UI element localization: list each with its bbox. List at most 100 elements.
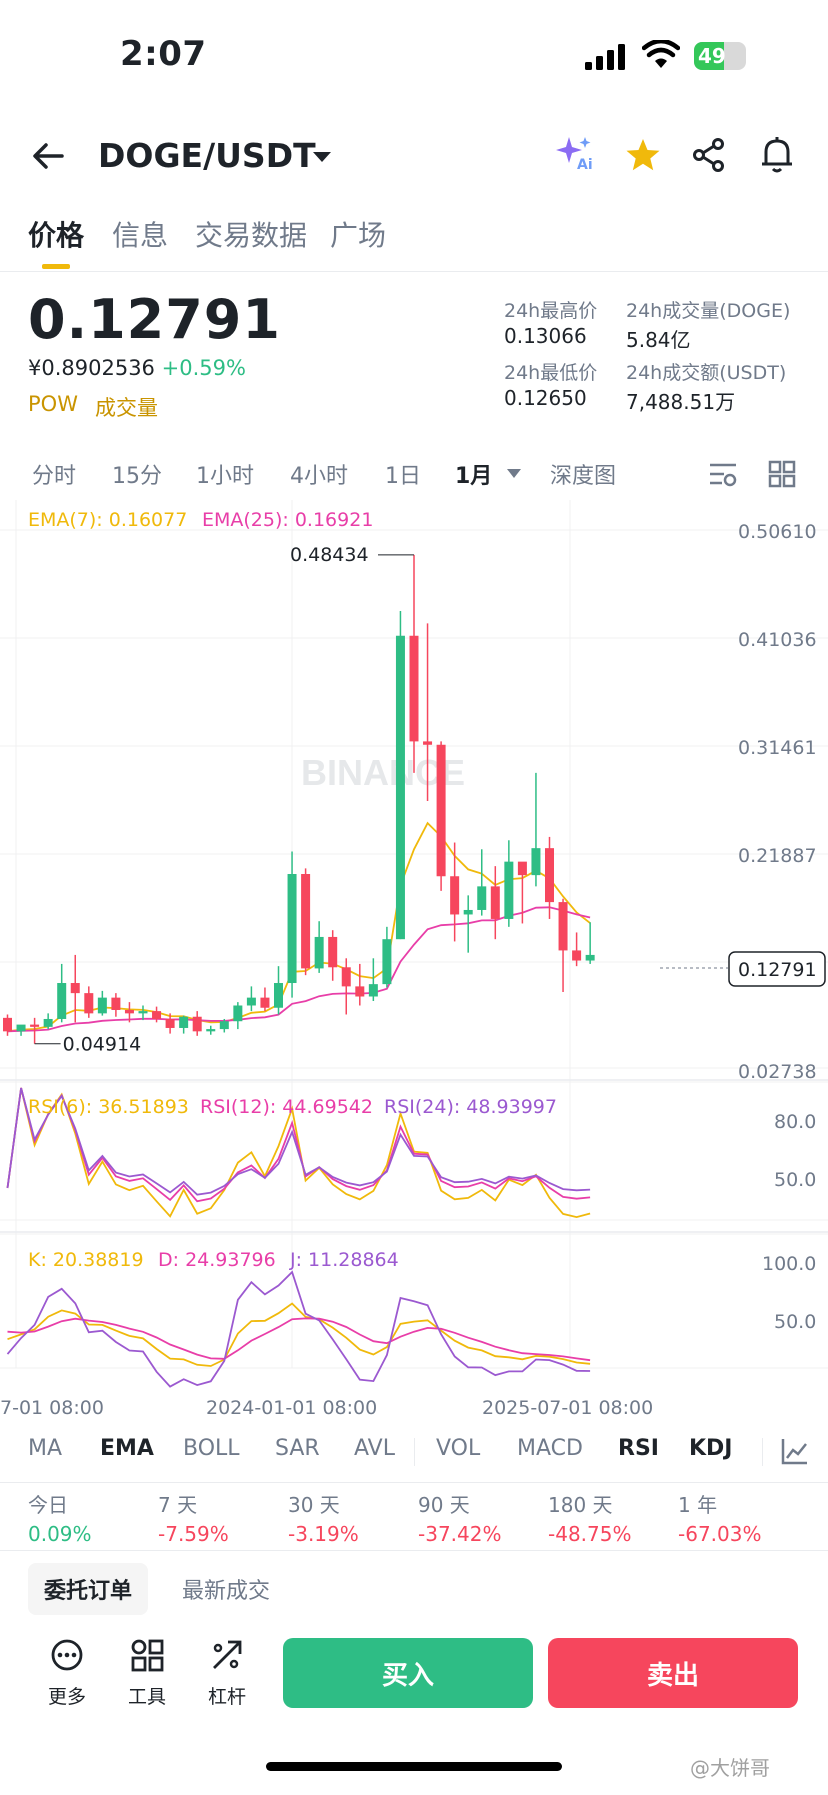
candle-body	[355, 986, 365, 997]
candle-body	[477, 886, 487, 910]
candle-body	[517, 861, 527, 876]
leverage-label: 杠杆	[207, 1686, 246, 1708]
candle-body	[274, 983, 283, 1008]
kdj-axis-100: 100.0	[762, 1253, 816, 1275]
tab-price[interactable]: 价格	[28, 214, 84, 254]
candle-body	[138, 1011, 148, 1014]
tab-latest-trades[interactable]: 最新成交	[166, 1563, 286, 1615]
stat-high-label: 24h最高价	[504, 300, 598, 322]
tag-pow[interactable]: POW	[28, 392, 78, 416]
ind-avl[interactable]: AVL	[354, 1436, 395, 1461]
ind-sar[interactable]: SAR	[275, 1436, 320, 1461]
ind-rsi[interactable]: RSI	[618, 1436, 659, 1461]
stat-vol-value: 5.84亿	[626, 328, 691, 352]
tag-volume[interactable]: 成交量	[95, 392, 158, 422]
perf-value: -48.75%	[548, 1522, 632, 1546]
buy-button[interactable]: 买入	[283, 1638, 533, 1708]
perf-7d: 7 天 -7.59%	[158, 1489, 229, 1546]
ind-ma[interactable]: MA	[28, 1436, 62, 1461]
price-axis-0: 0.50610	[738, 521, 817, 543]
pair-title[interactable]: DOGE/USDT	[98, 136, 316, 175]
candle-body	[57, 983, 67, 1019]
perf-label: 180 天	[548, 1493, 613, 1517]
indicator-settings-icon[interactable]	[780, 1436, 810, 1466]
pair-dropdown-icon[interactable]	[312, 150, 332, 164]
price-axis-5: 0.02738	[738, 1061, 817, 1083]
interval-1m[interactable]: 1月	[455, 458, 492, 490]
kdj-lines	[6, 1270, 591, 1388]
candle-body	[585, 954, 595, 961]
perf-value: -67.03%	[678, 1522, 762, 1546]
perf-value: -7.59%	[158, 1522, 229, 1546]
stat-high-value: 0.13066	[504, 324, 587, 348]
order-tabs: 委托订单 最新成交	[0, 1550, 828, 1620]
stat-vol-label: 24h成交量(DOGE)	[626, 300, 791, 322]
kdj-j-line	[6, 1270, 591, 1388]
kdj-k-label: K: 20.38819	[28, 1249, 144, 1271]
interval-timeline[interactable]: 分时	[32, 458, 76, 490]
interval-4h[interactable]: 4小时	[290, 458, 348, 490]
ema25-line	[7, 906, 591, 1033]
tools-button[interactable]: 工具	[112, 1638, 182, 1709]
indicator-divider-2	[762, 1438, 763, 1466]
back-arrow-icon[interactable]	[32, 142, 64, 170]
candle-body	[179, 1016, 189, 1028]
candle-body	[368, 984, 378, 997]
performance-row: 今日 0.09% 7 天 -7.59% 30 天 -3.19% 90 天 -37…	[0, 1482, 828, 1550]
ind-vol[interactable]: VOL	[436, 1436, 480, 1461]
leverage-button[interactable]: 杠杆	[192, 1638, 262, 1709]
candle-body	[328, 936, 338, 968]
ema7-label: EMA(7): 0.16077	[28, 509, 187, 531]
interval-1h[interactable]: 1小时	[196, 458, 254, 490]
chart-settings-icon[interactable]	[708, 462, 738, 488]
bell-icon[interactable]	[760, 136, 794, 174]
perf-value: -3.19%	[288, 1522, 359, 1546]
candle-body	[531, 848, 541, 876]
candle-body	[206, 1029, 216, 1032]
rsi6-label: RSI(6): 36.51893	[28, 1096, 189, 1118]
candle-body	[409, 635, 419, 742]
sell-button[interactable]: 卖出	[548, 1638, 798, 1708]
ai-icon[interactable]: Ai	[555, 135, 597, 177]
more-button[interactable]: 更多	[32, 1638, 102, 1709]
ind-kdj[interactable]: KDJ	[689, 1436, 733, 1461]
stat-low-label: 24h最低价	[504, 362, 598, 384]
kline-chart[interactable]: BINANCE 0.484340.04914 EMA(7): 0.16077 E…	[0, 500, 828, 1420]
more-label: 更多	[47, 1686, 86, 1708]
kdj-j-label: J: 11.28864	[289, 1249, 399, 1271]
header: DOGE/USDT Ai	[0, 120, 828, 190]
tab-square[interactable]: 广场	[330, 214, 386, 254]
interval-1d[interactable]: 1日	[385, 458, 421, 490]
candle-body	[558, 902, 568, 951]
perf-value: -37.42%	[418, 1522, 502, 1546]
tab-info[interactable]: 信息	[112, 214, 168, 254]
star-icon[interactable]	[625, 138, 661, 172]
candle-body	[395, 635, 405, 940]
candle-body	[301, 874, 311, 969]
ind-macd[interactable]: MACD	[517, 1436, 583, 1461]
ind-ema[interactable]: EMA	[100, 1436, 154, 1461]
stat-amount-label: 24h成交额(USDT)	[626, 362, 787, 384]
perf-label: 30 天	[288, 1493, 340, 1517]
ind-boll[interactable]: BOLL	[183, 1436, 240, 1461]
ema25-label: EMA(25): 0.16921	[202, 509, 373, 531]
tools-label: 工具	[127, 1686, 166, 1708]
price-axis-3: 0.21887	[738, 845, 817, 867]
candle-body	[463, 909, 473, 915]
perf-label: 7 天	[158, 1493, 198, 1517]
candle-body	[382, 939, 392, 985]
candle-body	[84, 993, 94, 1014]
candle-body	[423, 741, 433, 745]
interval-15m[interactable]: 15分	[112, 458, 162, 490]
status-bar: 2:07 49	[0, 0, 828, 110]
interval-dropdown-icon[interactable]	[506, 468, 522, 480]
share-icon[interactable]	[692, 138, 726, 172]
indicator-divider	[414, 1438, 415, 1466]
price-axis-2: 0.31461	[738, 737, 817, 759]
tab-trading-data[interactable]: 交易数据	[195, 214, 307, 254]
interval-depth[interactable]: 深度图	[550, 458, 616, 490]
tab-open-orders[interactable]: 委托订单	[28, 1563, 149, 1615]
candle-body	[70, 983, 80, 994]
grid-layout-icon[interactable]	[768, 460, 796, 488]
candle-body	[490, 886, 500, 919]
